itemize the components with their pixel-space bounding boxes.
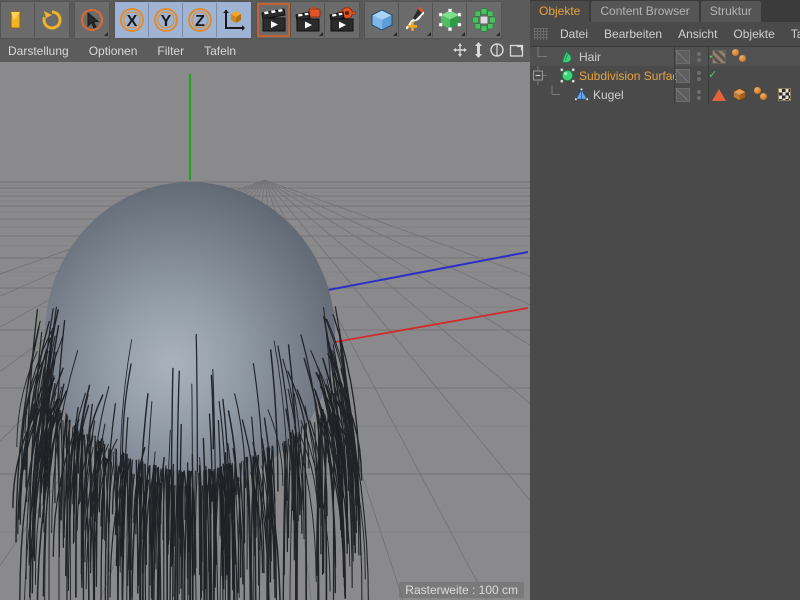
tab-struktur[interactable]: Struktur [700,1,761,22]
hair-object-icon[interactable] [560,49,575,64]
viewport-menu-darstellung[interactable]: Darstellung [0,40,79,62]
row-tags [712,47,751,66]
panel-tabs: Objekte Content Browser Struktur [530,0,800,22]
viewport-menu-tafeln[interactable]: Tafeln [194,40,246,62]
expand-toggle-icon[interactable] [530,66,560,85]
object-manager-panel: Objekte Content Browser Struktur Datei B… [530,0,800,600]
panel-grip-icon[interactable] [534,28,548,40]
menu-ansicht[interactable]: Ansicht [670,22,725,46]
object-manager-menu-bar: Datei Bearbeiten Ansicht Objekte Tags [530,22,800,47]
flyout-corner [319,32,323,36]
uvw-tag[interactable] [732,87,747,102]
viewport-3d[interactable]: Rasterweite : 100 cm [0,62,530,600]
row-controls: ✓ [676,66,717,85]
viewport-menu-filter[interactable]: Filter [147,40,194,62]
viewport-menu-bar: Darstellung Optionen Filter Tafeln [0,40,530,63]
pan-icon[interactable] [452,42,468,63]
flyout-corner [393,32,397,36]
visibility-square-icon[interactable] [676,49,690,64]
redo-icon[interactable] [35,3,69,37]
viewport-render [0,62,530,600]
svg-text:Z: Z [195,13,205,30]
enabled-check-icon[interactable]: ✓ [708,70,717,81]
object-name-label[interactable]: Kugel [593,88,624,102]
object-name-label[interactable]: Hair [579,50,601,64]
flyout-corner [496,32,500,36]
main-toolbar: X Y Z [0,0,530,41]
flyout-corner [427,32,431,36]
svg-text:X: X [126,13,137,30]
object-name-label[interactable]: Subdivision Surface [579,69,685,83]
z-axis-toggle[interactable]: Z [183,3,217,37]
x-axis-toggle[interactable]: X [115,3,149,37]
tab-objekte[interactable]: Objekte [530,1,590,22]
table-row[interactable]: Subdivision Surface ✓ [530,66,800,85]
render-region-icon[interactable] [291,3,325,37]
render-view-icon[interactable] [257,3,291,37]
object-group [364,1,502,39]
flyout-corner [104,32,108,36]
sphere-object-icon[interactable] [574,87,589,102]
menu-tags[interactable]: Tags [783,22,800,46]
viewport-status-text: Rasterweite : 100 cm [399,582,524,598]
texture-tag[interactable] [778,88,791,101]
phong-tag[interactable] [712,88,726,101]
tree-line-icon [551,85,560,95]
selection-group [74,1,110,39]
rotate-icon[interactable] [489,42,505,63]
menu-bearbeiten[interactable]: Bearbeiten [596,22,670,46]
maximize-icon[interactable] [509,43,524,63]
visibility-square-icon[interactable] [676,87,690,102]
undo-icon[interactable] [1,3,35,37]
spline-pen-icon[interactable] [399,3,433,37]
nurbs-icon[interactable] [433,3,467,37]
visibility-dots-icon[interactable] [697,51,701,62]
cinema4d-window: X Y Z Darstellung Optionen Filter Tafeln… [0,0,800,600]
menu-objekte[interactable]: Objekte [725,22,782,46]
viewport-nav-icons [452,42,524,63]
object-tree: Hair ✓ [530,47,800,104]
visibility-dots-icon[interactable] [697,89,701,100]
material-tag[interactable] [731,48,751,65]
menu-datei[interactable]: Datei [552,22,596,46]
svg-text:Y: Y [160,13,171,30]
array-icon[interactable] [467,3,501,37]
material-tag[interactable] [753,86,772,103]
visibility-square-icon[interactable] [676,68,690,83]
column-divider [674,47,675,104]
column-divider [708,47,709,104]
world-object-coordinates-icon[interactable] [217,3,251,37]
table-row[interactable]: Kugel [530,85,800,104]
render-settings-icon[interactable] [325,3,359,37]
table-row[interactable]: Hair ✓ [530,47,800,66]
axis-lock-group: X Y Z [114,1,252,39]
subdivision-surface-icon[interactable] [560,68,575,83]
render-group [256,1,360,39]
hair-material-tag[interactable] [712,49,726,64]
dolly-icon[interactable] [472,42,485,63]
undo-redo-group [0,1,70,39]
tree-line-icon [537,47,547,57]
live-selection-icon[interactable] [75,3,109,37]
cube-primitive-icon[interactable] [365,3,399,37]
row-tags [712,85,791,104]
flyout-corner [461,32,465,36]
y-axis-toggle[interactable]: Y [149,3,183,37]
tab-content-browser[interactable]: Content Browser [591,1,699,22]
visibility-dots-icon[interactable] [697,70,701,81]
viewport-menu-optionen[interactable]: Optionen [79,40,148,62]
row-controls [676,85,701,104]
